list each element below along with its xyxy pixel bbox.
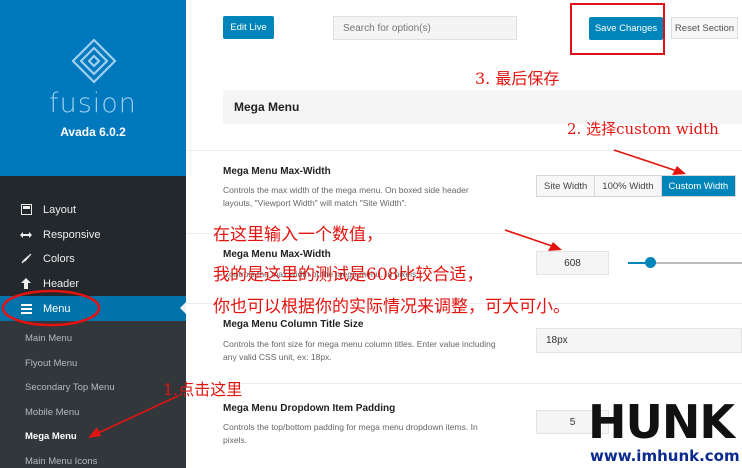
annotation-step3: 3. 最后保存 <box>475 69 560 88</box>
arrow-to-mega-menu <box>95 395 179 435</box>
menu-highlight-ellipse <box>1 289 101 327</box>
annotation-step1: 1.点击这里 <box>163 380 243 399</box>
annotation-note1: 在这里输入一个数值， <box>213 225 383 245</box>
arrowhead <box>88 427 101 438</box>
arrowhead <box>548 242 562 251</box>
hunk-watermark: HUNK www.imhunk.com <box>588 395 742 468</box>
watermark-url: www.imhunk.com <box>590 447 740 465</box>
arrow-to-value-input <box>504 229 556 248</box>
annotation-note2: 我的是这里的测试是608比较合适， <box>213 265 484 285</box>
watermark-word: HUNK <box>588 395 735 449</box>
arrow-to-custom-width <box>613 149 681 173</box>
annotation-note3: 你也可以根据你的实际情况来调整，可大可小。 <box>213 297 570 317</box>
annotation-step2: 2. 选择custom width <box>567 120 719 138</box>
